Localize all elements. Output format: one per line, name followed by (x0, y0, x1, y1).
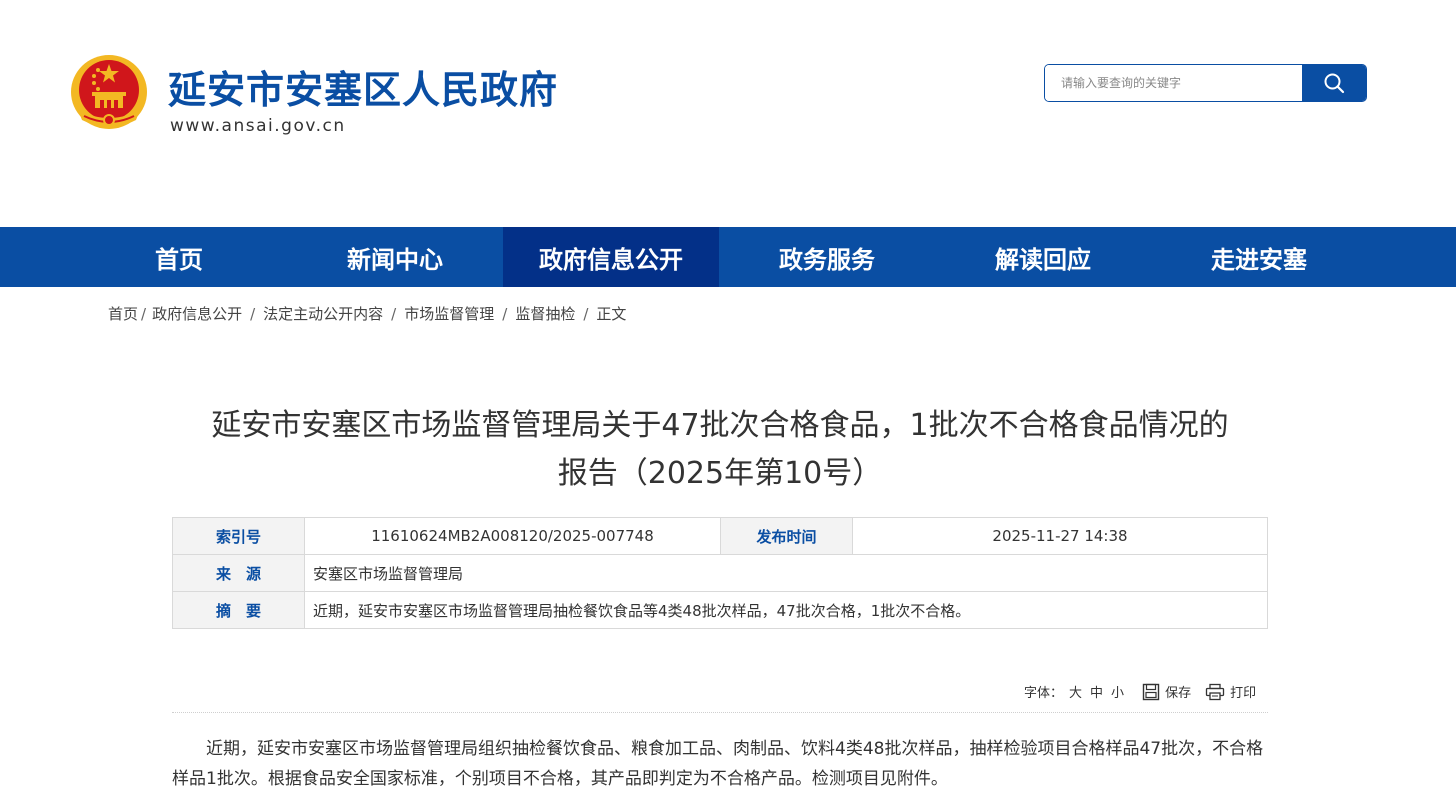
save-button[interactable]: 保存 (1142, 682, 1191, 701)
table-row: 摘 要 近期，延安市安塞区市场监督管理局抽检餐饮食品等4类48批次样品，47批次… (172, 591, 1268, 629)
publish-time-label: 发布时间 (720, 517, 853, 555)
breadcrumb-item-market-supervision[interactable]: 市场监督管理 (404, 303, 494, 324)
breadcrumb: 首页 / 政府信息公开 / 法定主动公开内容 / 市场监督管理 / 监督抽检 /… (108, 303, 626, 324)
index-label: 索引号 (172, 517, 305, 555)
source-label: 来 源 (172, 554, 305, 592)
save-label: 保存 (1165, 686, 1192, 701)
article-title-line: 报告（2025年第10号） (557, 456, 883, 491)
breadcrumb-separator: / (583, 304, 589, 323)
nav-item-interpretation[interactable]: 解读回应 (935, 227, 1151, 287)
article-paragraph: 近期，延安市安塞区市场监督管理局组织抽检餐饮食品、粮食加工品、肉制品、饮料4类4… (172, 739, 1264, 789)
divider (172, 712, 1268, 713)
table-row: 来 源 安塞区市场监督管理局 (172, 554, 1268, 592)
font-size-small-button[interactable]: 小 (1111, 682, 1124, 701)
breadcrumb-item-current: 正文 (596, 305, 627, 323)
print-label: 打印 (1230, 686, 1257, 701)
nav-item-home[interactable]: 首页 (71, 227, 287, 287)
printer-icon (1205, 683, 1225, 700)
search-input[interactable] (1045, 65, 1302, 101)
publish-time-value: 2025-11-27 14:38 (852, 517, 1268, 555)
font-size-large-button[interactable]: 大 (1069, 682, 1082, 701)
font-size-label: 字体： (1024, 686, 1064, 701)
site-title[interactable]: 延安市安塞区人民政府 (168, 66, 558, 114)
nav-item-news-center[interactable]: 新闻中心 (287, 227, 503, 287)
article-title: 延安市安塞区市场监督管理局关于47批次合格食品，1批次不合格食品情况的 报告（2… (172, 402, 1268, 498)
search-box (1044, 64, 1367, 102)
article-title-line: 延安市安塞区市场监督管理局关于47批次合格食品，1批次不合格食品情况的 (211, 408, 1229, 443)
article-meta-table: 索引号 11610624MB2A008120/2025-007748 发布时间 … (172, 517, 1268, 629)
breadcrumb-item-statutory[interactable]: 法定主动公开内容 (263, 303, 383, 324)
breadcrumb-separator: / (502, 304, 508, 323)
site-header: 延安市安塞区人民政府 www.ansai.gov.cn (0, 0, 1456, 227)
site-url: www.ansai.gov.cn (170, 116, 346, 136)
source-value: 安塞区市场监督管理局 (304, 554, 1268, 592)
nav-item-gov-info-disclosure[interactable]: 政府信息公开 (503, 227, 719, 287)
breadcrumb-item-home[interactable]: 首页 (108, 303, 138, 324)
nav-item-gov-services[interactable]: 政务服务 (719, 227, 935, 287)
index-value: 11610624MB2A008120/2025-007748 (304, 517, 721, 555)
breadcrumb-separator: / (391, 304, 397, 323)
nav-item-about-ansai[interactable]: 走进安塞 (1151, 227, 1367, 287)
breadcrumb-item-gov-info[interactable]: 政府信息公开 (152, 303, 242, 324)
search-icon (1324, 73, 1345, 94)
main-nav: 首页 新闻中心 政府信息公开 政务服务 解读回应 走进安塞 (0, 227, 1456, 287)
article-tools: 字体： 大 中 小 保存 打印 (1024, 682, 1256, 701)
search-button[interactable] (1302, 65, 1366, 101)
print-button[interactable]: 打印 (1205, 682, 1256, 701)
breadcrumb-separator: / (141, 304, 147, 323)
table-row: 索引号 11610624MB2A008120/2025-007748 发布时间 … (172, 517, 1268, 555)
summary-label: 摘 要 (172, 591, 305, 629)
breadcrumb-separator: / (250, 304, 256, 323)
font-size-medium-button[interactable]: 中 (1090, 682, 1103, 701)
breadcrumb-item-sampling[interactable]: 监督抽检 (515, 303, 575, 324)
national-emblem-icon[interactable] (70, 54, 148, 134)
summary-value: 近期，延安市安塞区市场监督管理局抽检餐饮食品等4类48批次样品，47批次合格，1… (304, 591, 1268, 629)
article-body: 近期，延安市安塞区市场监督管理局组织抽检餐饮食品、粮食加工品、肉制品、饮料4类4… (172, 734, 1272, 794)
save-icon (1142, 683, 1160, 700)
